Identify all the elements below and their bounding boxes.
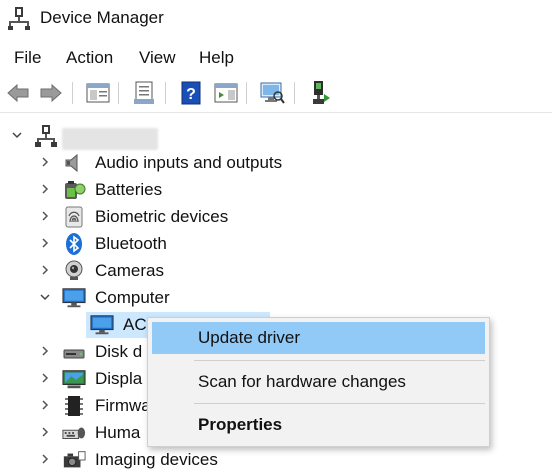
imaging-camera-icon [62,448,86,472]
tree-item-label: Bluetooth [95,234,167,253]
computer-network-icon [34,124,58,148]
bluetooth-icon [62,232,86,256]
tree-item-label: Computer [95,288,170,307]
chevron-right-icon[interactable] [38,236,52,250]
toolbar: ? [0,76,552,113]
chevron-down-icon[interactable] [10,128,24,142]
tree-item-label: Biometric devices [95,207,229,226]
chevron-right-icon[interactable] [38,209,52,223]
monitor-icon [90,313,114,337]
toolbar-separator [118,82,119,104]
menu-bar: File Action View Help [0,44,552,72]
firmware-chip-icon [62,394,86,418]
help-icon[interactable]: ? [176,78,206,108]
context-menu-properties[interactable]: Properties [152,409,485,441]
tree-item-imaging-devices[interactable]: Imaging devices [0,446,552,473]
chevron-right-icon[interactable] [38,452,52,466]
context-menu-label: Properties [198,415,283,434]
context-menu-update-driver[interactable]: Update driver [152,322,485,354]
fingerprint-icon [62,205,86,229]
chevron-right-icon[interactable] [38,344,52,358]
camera-icon [62,259,86,283]
chevron-right-icon[interactable] [38,263,52,277]
menu-action[interactable]: Action [64,48,115,68]
tree-root-node[interactable] [0,122,552,150]
chevron-right-icon[interactable] [38,371,52,385]
chevron-down-icon[interactable] [38,290,52,304]
disk-drive-icon [62,340,86,364]
toolbar-separator [72,82,73,104]
context-menu-scan-hardware[interactable]: Scan for hardware changes [152,366,485,398]
menu-view[interactable]: View [137,48,178,68]
forward-arrow-icon[interactable] [36,78,66,108]
tree-item-biometric[interactable]: Biometric devices [0,203,552,230]
svg-text:?: ? [186,86,196,103]
toolbar-separator [165,82,166,104]
show-hide-console-tree-icon[interactable] [83,78,113,108]
context-menu: Update driver Scan for hardware changes … [147,317,490,447]
tree-item-audio[interactable]: Audio inputs and outputs [0,149,552,176]
tree-item-label: AC [123,315,147,334]
scan-hardware-monitor-icon[interactable] [257,78,287,108]
chevron-right-icon[interactable] [38,155,52,169]
device-manager-icon [8,6,30,30]
tree-item-label: Disk d [95,342,143,361]
battery-icon [62,178,86,202]
display-adapter-icon [62,367,86,391]
context-menu-label: Scan for hardware changes [198,372,406,391]
toolbar-separator [246,82,247,104]
tree-item-label: Audio inputs and outputs [95,153,283,172]
menu-file[interactable]: File [12,48,43,68]
tree-item-batteries[interactable]: Batteries [0,176,552,203]
tree-item-computer[interactable]: Computer [0,284,552,311]
tree-item-label: Batteries [95,180,163,199]
context-menu-label: Update driver [198,328,301,347]
tree-item-bluetooth[interactable]: Bluetooth [0,230,552,257]
title-bar: Device Manager [0,0,552,38]
window-title: Device Manager [40,8,164,27]
redacted-computer-name [62,128,158,150]
tree-item-label: Firmwa [95,396,151,415]
menu-help[interactable]: Help [197,48,236,68]
update-driver-icon[interactable] [305,78,335,108]
chevron-right-icon[interactable] [38,182,52,196]
chevron-right-icon[interactable] [38,425,52,439]
chevron-right-icon[interactable] [38,398,52,412]
action-pane-icon[interactable] [211,78,241,108]
properties-sheet-icon[interactable] [129,78,159,108]
tree-item-label: Imaging devices [95,450,218,469]
toolbar-separator [294,82,295,104]
tree-item-label: Huma [95,423,141,442]
speaker-icon [62,151,86,175]
tree-item-label: Displa [95,369,143,388]
back-arrow-icon[interactable] [3,78,33,108]
monitor-icon [62,286,86,310]
tree-item-label: Cameras [95,261,164,280]
tree-item-cameras[interactable]: Cameras [0,257,552,284]
hid-keyboard-icon [62,421,86,445]
context-menu-separator [194,403,485,404]
context-menu-separator [194,360,485,361]
